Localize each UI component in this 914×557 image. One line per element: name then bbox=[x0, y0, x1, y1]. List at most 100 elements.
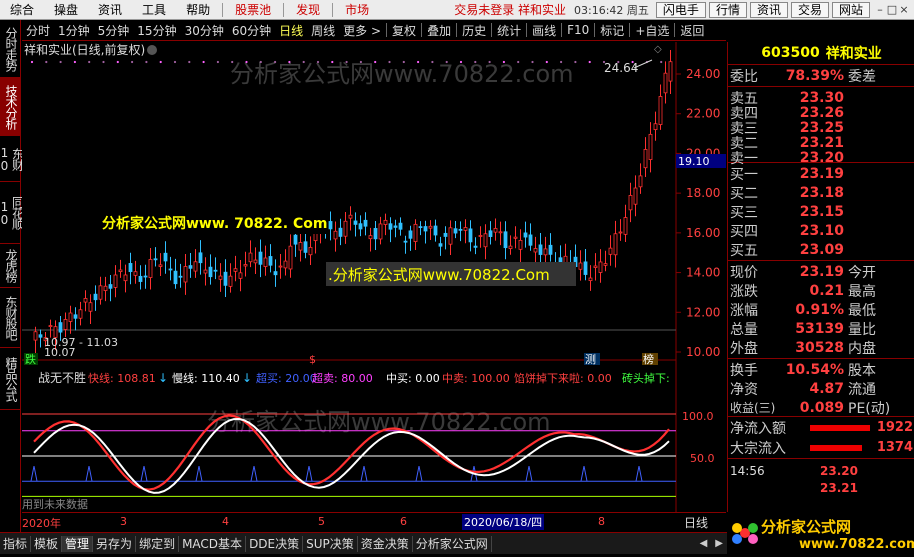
bottom-tab-fund[interactable]: 资金决策 bbox=[358, 535, 413, 552]
back-button[interactable]: 返回 bbox=[676, 22, 708, 39]
signal-dot bbox=[302, 60, 305, 64]
date-axis: 2020年 3 4 5 6 2020/06/18/四 8 日线 bbox=[22, 512, 726, 532]
menu-item-stock-pool[interactable]: 股票池 bbox=[225, 1, 281, 18]
scroll-left-icon[interactable]: ◀ bbox=[696, 538, 712, 549]
period-tab-30min[interactable]: 30分钟 bbox=[181, 22, 228, 39]
candle-body bbox=[413, 223, 418, 242]
indicator-legend-item: 超卖: 80.00 bbox=[312, 371, 373, 385]
stat-label: 净资 bbox=[730, 381, 758, 398]
candle-body bbox=[508, 245, 513, 249]
tab-eastmoney-10[interactable]: 东财10 bbox=[0, 136, 25, 182]
tab-tonghuashun-10[interactable]: 同花顺10 bbox=[0, 182, 25, 244]
bottom-tab-dde[interactable]: DDE决策 bbox=[246, 535, 304, 552]
flash-trade-button[interactable]: 闪电手 bbox=[655, 1, 706, 18]
candle-body bbox=[73, 314, 78, 319]
bottom-tab-macd[interactable]: MACD基本 bbox=[179, 535, 247, 552]
period-tab-1min[interactable]: 1分钟 bbox=[54, 22, 94, 39]
draw-line-button[interactable]: 画线 bbox=[528, 22, 560, 39]
bottom-tab-sup[interactable]: SUP决策 bbox=[303, 535, 358, 552]
signal-dot bbox=[474, 60, 477, 64]
period-tag[interactable]: 日线 bbox=[684, 514, 708, 531]
candle-body bbox=[258, 251, 263, 265]
chart-area[interactable]: 祥和实业(日线,前复权) 分析家公式网www.70822.com 分析家公式网w… bbox=[22, 42, 726, 512]
candle-body bbox=[383, 219, 388, 225]
diamond-icon[interactable]: ◇ bbox=[654, 44, 662, 55]
mark-button[interactable]: 标记 bbox=[596, 22, 628, 39]
event-marker-4[interactable]: 榜 bbox=[643, 352, 654, 366]
tab-eastmoney-forum[interactable]: 东财股吧 bbox=[0, 288, 21, 348]
bottom-tab-fxj[interactable]: 分析家公式网 bbox=[413, 535, 492, 552]
candle-body bbox=[428, 225, 433, 229]
website-button[interactable]: 网站 bbox=[831, 1, 870, 18]
menu-item-bangzhu[interactable]: 帮助 bbox=[176, 1, 220, 18]
candle-body bbox=[368, 235, 373, 240]
candle-body bbox=[593, 265, 598, 268]
candle-body bbox=[493, 228, 498, 233]
menu-item-zonghe[interactable]: 综合 bbox=[0, 1, 44, 18]
candle-body bbox=[473, 245, 478, 248]
period-tab-15min[interactable]: 15分钟 bbox=[133, 22, 180, 39]
tab-premium-formula[interactable]: 精品公式 bbox=[0, 348, 21, 410]
scroll-right-icon[interactable]: ▶ bbox=[711, 538, 727, 549]
event-marker-2[interactable]: $ bbox=[309, 353, 316, 366]
candle-body bbox=[193, 261, 198, 272]
tab-dragon-tiger[interactable]: 龙虎榜 bbox=[0, 244, 21, 288]
trade-login-status[interactable]: 交易未登录 祥和实业 bbox=[450, 1, 570, 18]
trade-button[interactable]: 交易 bbox=[790, 1, 829, 18]
tab-technical-analysis[interactable]: 技术分析 bbox=[0, 78, 21, 136]
left-side-tabs: 分时走势 技术分析 东财10 同花顺10 龙虎榜 东财股吧 精品公式 bbox=[0, 20, 25, 532]
statistics-button[interactable]: 统计 bbox=[493, 22, 525, 39]
overlay-button[interactable]: 叠加 bbox=[423, 22, 455, 39]
stat-label: 外盘 bbox=[730, 340, 758, 357]
stat-row: 涨幅 0.91% 最低 bbox=[728, 300, 914, 319]
stat-label: 涨跌 bbox=[730, 283, 758, 300]
indicator-legend-item: 快线: 108.81 bbox=[88, 371, 156, 385]
stat-value: 0.91% bbox=[795, 301, 844, 318]
history-button[interactable]: 历史 bbox=[458, 22, 490, 39]
period-tab-60min[interactable]: 60分钟 bbox=[228, 22, 275, 39]
bottom-tab-save-as[interactable]: 另存为 bbox=[93, 535, 137, 552]
kline-chart-svg[interactable]: 祥和实业(日线,前复权) 分析家公式网www.70822.com 分析家公式网w… bbox=[22, 42, 726, 512]
tick-time: 14:56 bbox=[730, 463, 765, 478]
signal-dot bbox=[431, 60, 434, 64]
bottom-tab-manage[interactable]: 管理 bbox=[62, 535, 94, 552]
signal-dot bbox=[202, 60, 205, 64]
period-tab-more[interactable]: 更多 > bbox=[339, 22, 385, 39]
period-tab-timeshare[interactable]: 分时 bbox=[22, 22, 54, 39]
candle-body bbox=[538, 244, 543, 255]
chevron-down-icon[interactable] bbox=[147, 45, 157, 55]
f10-button[interactable]: F10 bbox=[563, 23, 593, 37]
bottom-tab-template[interactable]: 模板 bbox=[31, 535, 63, 552]
event-marker-3[interactable]: 测 bbox=[585, 353, 596, 366]
period-tab-weekly[interactable]: 周线 bbox=[307, 22, 339, 39]
menu-item-discover[interactable]: 发现 bbox=[286, 1, 330, 18]
tab-time-share[interactable]: 分时走势 bbox=[0, 20, 21, 78]
period-tab-5min[interactable]: 5分钟 bbox=[94, 22, 134, 39]
maximize-icon[interactable]: □ bbox=[886, 3, 898, 16]
add-watchlist-button[interactable]: +自选 bbox=[631, 22, 673, 39]
menu-item-caopan[interactable]: 操盘 bbox=[44, 1, 88, 18]
bottom-tab-bind[interactable]: 绑定到 bbox=[136, 535, 180, 552]
bottom-tab-indicator[interactable]: 指标 bbox=[0, 535, 32, 552]
chart-header: 祥和实业(日线,前复权) bbox=[24, 42, 145, 57]
candle-body bbox=[468, 228, 473, 243]
candle-body bbox=[153, 258, 158, 261]
quote-button[interactable]: 行情 bbox=[708, 1, 747, 18]
candle-body bbox=[138, 275, 143, 282]
indicator-legend-item: 砖头掉下: bbox=[622, 371, 670, 385]
candle-body bbox=[103, 285, 108, 291]
period-tab-daily[interactable]: 日线 bbox=[275, 22, 307, 39]
adjust-button[interactable]: 复权 bbox=[388, 22, 420, 39]
stock-code: 603500 bbox=[761, 45, 820, 61]
menu-divider bbox=[283, 2, 285, 17]
menu-item-zixun[interactable]: 资讯 bbox=[88, 1, 132, 18]
stock-name: 祥和实业 bbox=[825, 46, 882, 62]
signal-dot bbox=[488, 60, 491, 64]
menu-item-market[interactable]: 市场 bbox=[335, 1, 379, 18]
news-button[interactable]: 资讯 bbox=[749, 1, 788, 18]
menu-item-gongju[interactable]: 工具 bbox=[132, 1, 176, 18]
signal-dot bbox=[560, 60, 563, 64]
close-icon[interactable]: × bbox=[898, 3, 910, 16]
minimize-icon[interactable]: – bbox=[874, 3, 886, 16]
event-marker-1[interactable]: 跌 bbox=[25, 352, 36, 366]
